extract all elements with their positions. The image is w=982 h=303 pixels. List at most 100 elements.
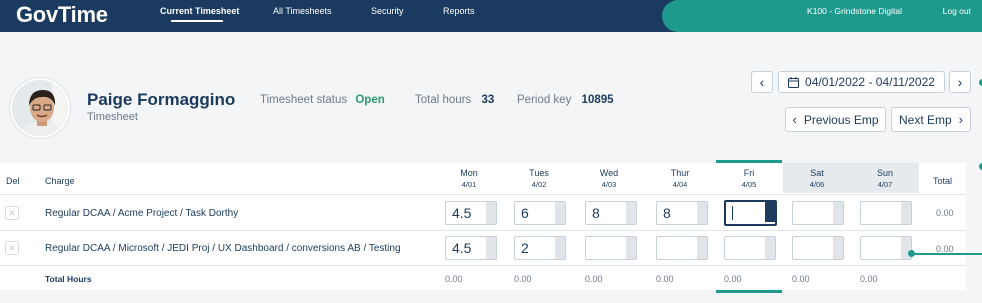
total-sat: 0.00	[792, 274, 810, 284]
input-spinner	[765, 237, 775, 259]
employee-subtitle: Timesheet	[87, 111, 138, 123]
logout-link[interactable]: Log out	[943, 6, 971, 16]
total-sun: 0.00	[860, 274, 878, 284]
status-value: Open	[355, 94, 385, 106]
input-spinner	[833, 202, 843, 224]
day-name: Thur	[670, 168, 690, 178]
charge-code: Regular DCAA / Acme Project / Task Dorth…	[45, 208, 239, 219]
hours-input-sat[interactable]	[792, 236, 844, 260]
hours-input-sun[interactable]	[860, 236, 912, 260]
row-divider	[0, 265, 966, 266]
input-spinner	[765, 202, 775, 222]
day-date: 4/02	[531, 180, 547, 189]
next-emp-button[interactable]: Next Emp ›	[891, 107, 971, 132]
input-spinner	[626, 237, 636, 259]
app-logo[interactable]: GovTime	[16, 2, 108, 28]
total-hours-value: 33	[481, 94, 495, 106]
input-spinner	[901, 202, 911, 224]
hours-input-mon[interactable]: 4.5	[445, 201, 497, 225]
col-thu-header: Thur 4/04	[650, 168, 710, 190]
total-hours-row-label: Total Hours	[45, 274, 92, 284]
total-fri: 0.00	[724, 274, 742, 284]
hours-input-wed[interactable]: 8	[585, 201, 637, 225]
day-name: Sun	[876, 168, 893, 178]
period-key-label: Period key	[517, 94, 572, 106]
period-range-picker[interactable]: 04/01/2022 - 04/11/2022	[778, 71, 945, 93]
company-name[interactable]: K100 - Grindstone Digital	[807, 6, 902, 16]
hours-input-thu[interactable]	[656, 236, 708, 260]
previous-emp-label: Previous Emp	[803, 112, 879, 127]
hours-input-mon[interactable]: 4.5	[445, 236, 497, 260]
employee-name: Paige Formaggino	[87, 90, 236, 109]
hours-value: 8	[592, 205, 600, 221]
nav-current-timesheet[interactable]: Current Timesheet	[160, 6, 239, 16]
previous-emp-button[interactable]: ‹ Previous Emp	[785, 107, 886, 132]
col-wed-header: Wed 4/03	[579, 168, 639, 190]
hours-value: 8	[663, 205, 671, 221]
calendar-icon	[788, 76, 800, 88]
top-nav-bar: GovTime Current Timesheet All Timesheets…	[0, 0, 982, 32]
prev-period-button[interactable]: ‹	[751, 71, 773, 93]
day-date: 4/04	[672, 180, 688, 189]
employee-avatar	[10, 78, 70, 138]
col-fri-header: Fri 4/05	[719, 168, 779, 190]
day-date: 4/01	[461, 180, 477, 189]
hours-input-fri[interactable]	[724, 236, 776, 260]
delete-row-button[interactable]: ✕	[5, 206, 19, 220]
total-hours: Total hours 33	[415, 94, 494, 106]
day-name: Mon	[460, 168, 478, 178]
col-sun-header: Sun 4/07	[855, 168, 915, 190]
account-area	[662, 0, 982, 32]
hours-value: 4.5	[452, 205, 472, 221]
day-name: Tues	[529, 168, 549, 178]
day-date: 4/05	[741, 180, 757, 189]
day-name: Fri	[743, 168, 755, 178]
input-spinner	[486, 237, 496, 259]
col-total-header: Total	[933, 176, 953, 186]
current-day-indicator-top	[716, 160, 782, 163]
row-divider	[0, 230, 966, 231]
total-tue: 0.00	[514, 274, 532, 284]
nav-security[interactable]: Security	[371, 6, 404, 16]
hours-input-tue[interactable]: 6	[514, 201, 566, 225]
input-spinner	[555, 202, 565, 224]
input-spinner	[697, 202, 707, 224]
col-tue-header: Tues 4/02	[509, 168, 569, 190]
hours-input-sat[interactable]	[792, 201, 844, 225]
hours-input-thu[interactable]: 8	[656, 201, 708, 225]
hours-value: 4.5	[452, 240, 472, 256]
chevron-left-icon: ‹	[792, 112, 797, 127]
next-emp-label: Next Emp	[898, 112, 952, 127]
day-date: 4/06	[809, 180, 825, 189]
hours-input-tue[interactable]: 2	[514, 236, 566, 260]
chevron-right-icon: ›	[958, 112, 964, 127]
period-key: Period key 10895	[517, 94, 614, 106]
input-spinner	[833, 237, 843, 259]
timesheet-status: Timesheet status Open	[260, 94, 385, 106]
nav-all-timesheets[interactable]: All Timesheets	[273, 6, 332, 16]
total-thu: 0.00	[656, 274, 674, 284]
hours-value: 2	[521, 240, 529, 256]
period-range: 04/01/2022 - 04/11/2022	[805, 75, 935, 89]
current-day-indicator-bottom	[716, 290, 782, 293]
input-spinner	[555, 237, 565, 259]
total-mon: 0.00	[445, 274, 463, 284]
hours-input-sun[interactable]	[860, 201, 912, 225]
next-period-button[interactable]: ›	[949, 71, 971, 93]
charge-code: Regular DCAA / Microsoft / JEDI Proj / U…	[45, 243, 401, 254]
total-hours-label: Total hours	[415, 94, 472, 106]
row-divider	[0, 194, 966, 195]
day-name: Wed	[599, 168, 619, 178]
hours-input-wed[interactable]	[585, 236, 637, 260]
col-sat-header: Sat 4/06	[787, 168, 847, 190]
input-spinner	[486, 202, 496, 224]
nav-reports[interactable]: Reports	[443, 6, 475, 16]
hours-input-fri-focused[interactable]	[724, 200, 777, 226]
pointer-line	[914, 253, 982, 255]
col-mon-header: Mon 4/01	[439, 168, 499, 190]
period-key-value: 10895	[581, 94, 614, 106]
hours-value: 6	[521, 205, 529, 221]
delete-row-button[interactable]: ✕	[5, 241, 19, 255]
row-total: 0.00	[936, 208, 954, 218]
day-date: 4/07	[877, 180, 893, 189]
